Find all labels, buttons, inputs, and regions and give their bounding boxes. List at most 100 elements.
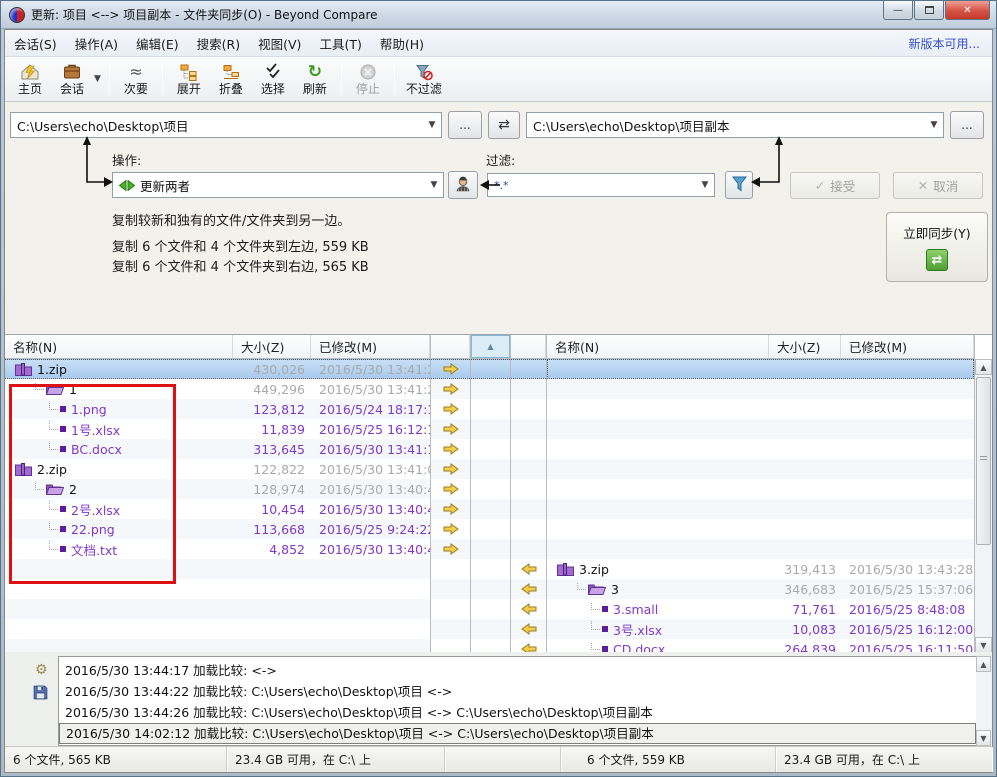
table-row[interactable]: 1.zip 430,026 2016/5/30 13:41:23 — [5, 359, 430, 379]
table-row[interactable]: 3 346,683 2016/5/25 15:37:06 — [547, 579, 974, 599]
table-row[interactable]: 1 449,296 2016/5/30 13:41:20 — [5, 379, 430, 399]
table-row[interactable]: 文档.txt 4,852 2016/5/30 13:40:40 — [5, 539, 430, 559]
table-row[interactable]: 22.png 113,668 2016/5/25 9:24:22 — [5, 519, 430, 539]
table-row[interactable] — [547, 359, 974, 379]
copy-right-arrow-icon[interactable] — [431, 419, 470, 439]
right-column-size[interactable]: 大小(Z) — [769, 335, 841, 358]
copy-left-arrow-icon[interactable] — [511, 639, 546, 653]
sessions-dropdown-arrow-icon[interactable]: ▼ — [93, 58, 104, 100]
scroll-up-icon[interactable]: ▲ — [975, 359, 992, 375]
left-column-modified[interactable]: 已修改(M) — [311, 335, 430, 358]
rules-button[interactable] — [448, 171, 478, 199]
select-button[interactable]: 选择 — [252, 58, 294, 100]
right-panel-scrollbar[interactable]: ▲ ▼ — [975, 359, 992, 653]
stop-button: 停止 — [347, 58, 389, 100]
table-row[interactable]: 2 128,974 2016/5/30 13:40:48 — [5, 479, 430, 499]
table-row[interactable]: CD.docx 264,839 2016/5/25 16:11:50 — [547, 639, 974, 653]
file-name: 1号.xlsx — [71, 420, 120, 439]
table-row[interactable]: 2.zip 122,822 2016/5/30 13:41:00 — [5, 459, 430, 479]
copy-left-arrow-icon[interactable] — [511, 599, 546, 619]
log-line-selected[interactable]: 2016/5/30 14:02:12 加载比较: C:\Users\echo\D… — [59, 723, 976, 744]
scrollbar-track[interactable] — [975, 375, 992, 637]
right-path-combobox[interactable]: C:\Users\echo\Desktop\项目副本 ▼ — [526, 112, 944, 138]
filter-off-icon — [414, 62, 434, 82]
right-column-name[interactable]: 名称(N) — [547, 335, 769, 358]
copy-left-arrow-icon[interactable] — [511, 559, 546, 579]
table-row[interactable]: 3.small 71,761 2016/5/25 8:48:08 — [547, 599, 974, 619]
scroll-down-icon[interactable]: ▼ — [976, 730, 991, 746]
refresh-button[interactable]: ↻ 刷新 — [294, 58, 336, 100]
filter-combobox[interactable]: *.* ▼ — [487, 173, 715, 197]
sync-now-button[interactable]: 立即同步(Y) ⇄ — [886, 212, 988, 282]
table-row[interactable]: 2号.xlsx 10,454 2016/5/30 13:40:48 — [5, 499, 430, 519]
file-size: 449,296 — [233, 382, 311, 397]
sort-ascending-icon[interactable]: ▲ — [471, 335, 510, 358]
copy-right-arrow-icon[interactable] — [431, 479, 470, 499]
table-row[interactable]: 1号.xlsx 11,839 2016/5/25 16:12:16 — [5, 419, 430, 439]
save-log-icon[interactable] — [32, 684, 49, 705]
scroll-down-icon[interactable]: ▼ — [975, 637, 992, 653]
copy-left-arrow-icon[interactable] — [511, 619, 546, 639]
log-line[interactable]: 2016/5/30 13:44:26 加载比较: C:\Users\echo\D… — [59, 702, 976, 723]
file-size: 128,974 — [233, 482, 311, 497]
funnel-icon — [731, 175, 748, 195]
menu-session[interactable]: 会话(S) — [5, 30, 66, 57]
folder-name: 1 — [69, 382, 77, 397]
menu-edit[interactable]: 编辑(E) — [127, 30, 188, 57]
right-column-modified[interactable]: 已修改(M) — [841, 335, 974, 358]
chevron-down-icon[interactable]: ▼ — [925, 113, 943, 137]
collapse-button[interactable]: 折叠 — [210, 58, 252, 100]
scrollbar-thumb[interactable] — [976, 377, 991, 545]
chevron-down-icon[interactable]: ▼ — [696, 174, 714, 196]
new-version-link[interactable]: 新版本可用... — [909, 35, 992, 52]
table-row[interactable]: BC.docx 313,645 2016/5/30 13:41:16 — [5, 439, 430, 459]
minor-button[interactable]: ≈ 次要 — [115, 58, 157, 100]
copy-right-arrow-icon[interactable] — [431, 399, 470, 419]
file-size: 123,812 — [233, 402, 311, 417]
menu-actions[interactable]: 操作(A) — [66, 30, 127, 57]
copy-right-arrow-icon[interactable] — [431, 359, 470, 379]
operation-combobox[interactable]: 更新两者 ▼ — [112, 172, 444, 198]
tree-connector — [35, 382, 44, 391]
maximize-button[interactable] — [914, 1, 944, 20]
left-column-name[interactable]: 名称(N) — [5, 335, 233, 358]
copy-right-arrow-icon[interactable] — [431, 499, 470, 519]
minimize-button[interactable]: — — [883, 1, 913, 20]
copy-right-arrow-icon[interactable] — [431, 439, 470, 459]
close-button[interactable]: ✕ — [945, 1, 990, 20]
home-label: 主页 — [18, 82, 42, 96]
menu-help[interactable]: 帮助(H) — [371, 30, 433, 57]
tree-connector — [591, 642, 600, 651]
left-column-size[interactable]: 大小(Z) — [233, 335, 311, 358]
copy-right-arrow-icon[interactable] — [431, 379, 470, 399]
copy-left-arrow-icon[interactable] — [511, 579, 546, 599]
table-row[interactable]: 3.zip 319,413 2016/5/30 13:43:28 — [547, 559, 974, 579]
log-list[interactable]: 2016/5/30 13:44:17 加载比较: <-> 2016/5/30 1… — [58, 656, 977, 746]
scroll-up-icon[interactable]: ▲ — [976, 656, 991, 672]
log-scrollbar[interactable]: ▲ ▼ — [976, 656, 991, 746]
log-line[interactable]: 2016/5/30 13:44:22 加载比较: C:\Users\echo\D… — [59, 681, 976, 702]
browse-left-button[interactable]: ... — [448, 111, 482, 139]
copy-right-arrow-icon[interactable] — [431, 519, 470, 539]
no-filter-button[interactable]: 不过滤 — [400, 58, 448, 100]
copy-to-left-summary: 复制 6 个文件和 4 个文件夹到左边, 559 KB — [112, 236, 369, 255]
menu-search[interactable]: 搜索(R) — [188, 30, 249, 57]
expand-button[interactable]: 展开 — [168, 58, 210, 100]
copy-right-arrow-icon[interactable] — [431, 459, 470, 479]
table-row[interactable]: 3号.xlsx 10,083 2016/5/25 16:12:00 — [547, 619, 974, 639]
file-icon — [60, 546, 66, 552]
home-button[interactable]: 主页 — [9, 58, 51, 100]
table-row[interactable]: 1.png 123,812 2016/5/24 18:17:18 — [5, 399, 430, 419]
folder-name: 2 — [69, 482, 77, 497]
browse-right-button[interactable]: ... — [950, 111, 984, 139]
menu-view[interactable]: 视图(V) — [249, 30, 310, 57]
chevron-down-icon[interactable]: ▼ — [423, 113, 441, 137]
tree-connector — [49, 442, 58, 451]
left-path-combobox[interactable]: C:\Users\echo\Desktop\项目 ▼ — [10, 112, 442, 138]
sessions-button[interactable]: 会话 — [51, 58, 93, 100]
copy-right-arrow-icon[interactable] — [431, 539, 470, 559]
swap-sides-button[interactable]: ⇄ — [488, 111, 520, 139]
chevron-down-icon[interactable]: ▼ — [425, 173, 443, 197]
menu-tools[interactable]: 工具(T) — [310, 30, 370, 57]
log-line[interactable]: 2016/5/30 13:44:17 加载比较: <-> — [59, 660, 976, 681]
